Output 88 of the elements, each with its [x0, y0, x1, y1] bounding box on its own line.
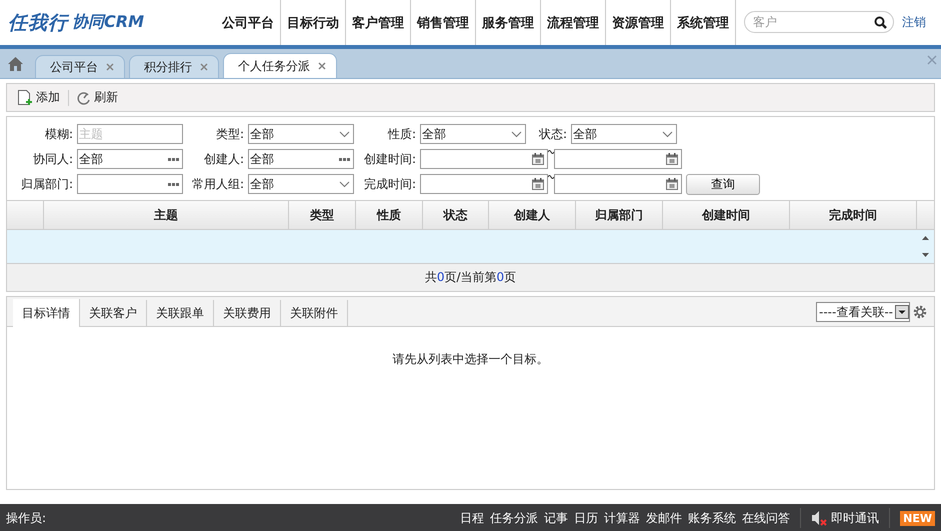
tab[interactable]: 公司平台: [35, 55, 125, 78]
nav-item[interactable]: 流程管理: [541, 0, 606, 45]
field-label: 状态:: [538, 126, 568, 142]
picker-field[interactable]: 全部: [248, 149, 354, 169]
tab[interactable]: 关联跟单: [147, 300, 214, 326]
page-info: 共0页/当前第0页: [424, 269, 516, 286]
date-field[interactable]: [420, 174, 548, 194]
column-header[interactable]: 完成时间: [790, 201, 917, 229]
field-label: 模糊:: [44, 126, 74, 142]
field-label: 完成时间:: [362, 176, 417, 192]
field-label: 常用人组:: [190, 176, 245, 192]
date-field[interactable]: [554, 149, 682, 169]
close-icon[interactable]: [318, 62, 326, 70]
tab[interactable]: 关联客户: [80, 300, 147, 326]
nav-item[interactable]: 目标行动: [281, 0, 346, 45]
column-header[interactable]: 状态: [423, 201, 489, 229]
more-icon[interactable]: [339, 158, 350, 160]
settings-icon[interactable]: [912, 304, 928, 320]
field-label: 类型:: [214, 126, 245, 142]
nav-item[interactable]: 公司平台: [218, 0, 281, 45]
empty-message: 请先从列表中选择一个目标。: [392, 352, 548, 366]
add-button[interactable]: 添加: [15, 89, 62, 106]
close-icon[interactable]: [200, 63, 208, 71]
tab[interactable]: 积分排行: [129, 55, 219, 78]
new-document-icon: [17, 90, 33, 106]
footer-link[interactable]: 记事: [544, 510, 568, 526]
dropdown[interactable]: 全部: [420, 124, 526, 144]
tab[interactable]: 个人任务分派: [223, 53, 337, 78]
calendar-icon[interactable]: [532, 153, 544, 165]
logout-link[interactable]: 注销: [902, 14, 926, 45]
scroll-down-icon[interactable]: [922, 252, 929, 257]
close-icon[interactable]: [106, 63, 114, 71]
picker-field[interactable]: [77, 174, 183, 194]
tab[interactable]: 目标详情: [13, 299, 80, 327]
range-tilde-icon: [548, 173, 554, 179]
related-dropdown[interactable]: ----查看关联--: [816, 302, 910, 322]
tab[interactable]: 关联附件: [281, 300, 348, 326]
dropdown-caret-icon[interactable]: [895, 305, 909, 319]
home-icon[interactable]: [8, 57, 23, 71]
field-label: 归属部门:: [20, 176, 74, 192]
calendar-icon[interactable]: [666, 178, 678, 190]
field-label: 创建人:: [202, 150, 245, 168]
column-header[interactable]: 性质: [356, 201, 423, 229]
more-icon[interactable]: [168, 158, 179, 160]
brand-logo: 任我行: [8, 10, 68, 36]
search-field[interactable]: 客户: [744, 11, 894, 33]
operator-label: 操作员:: [6, 510, 46, 526]
date-field[interactable]: [420, 149, 548, 169]
column-header[interactable]: 创建时间: [663, 201, 790, 229]
column-header[interactable]: 创建人: [489, 201, 576, 229]
nav-item[interactable]: 资源管理: [606, 0, 671, 45]
column-header[interactable]: 主题: [44, 201, 289, 229]
chat-button[interactable]: 即时通讯: [811, 510, 880, 526]
column-header[interactable]: 归属部门: [576, 201, 663, 229]
calendar-icon[interactable]: [666, 153, 678, 165]
footer-link[interactable]: 任务分派: [490, 510, 538, 526]
scroll-up-icon[interactable]: [922, 236, 929, 240]
range-tilde-icon: [548, 148, 554, 154]
dropdown[interactable]: 全部: [248, 174, 354, 194]
calendar-icon[interactable]: [532, 178, 544, 190]
search-field[interactable]: 主题: [77, 124, 183, 144]
tab[interactable]: 关联费用: [214, 300, 281, 326]
footer-link[interactable]: 日程: [460, 510, 484, 526]
date-field[interactable]: [554, 174, 682, 194]
dropdown[interactable]: 全部: [571, 124, 677, 144]
footer-link[interactable]: 账务系统: [688, 510, 736, 526]
more-icon[interactable]: [168, 182, 179, 186]
nav-item[interactable]: 系统管理: [671, 0, 736, 45]
query-button[interactable]: 查询: [686, 174, 760, 194]
footer-link[interactable]: 发邮件: [646, 510, 682, 526]
field-label: 性质:: [386, 126, 417, 142]
speaker-icon: [811, 510, 828, 526]
product-name: 协同CRM: [72, 12, 144, 33]
nav-item[interactable]: 服务管理: [476, 0, 541, 45]
field-label: 创建时间:: [362, 150, 417, 168]
picker-field[interactable]: 全部: [77, 149, 183, 169]
column-header[interactable]: 类型: [289, 201, 356, 229]
footer-link[interactable]: 日历: [574, 510, 598, 526]
dropdown[interactable]: 全部: [248, 124, 354, 144]
footer-link[interactable]: 在线问答: [742, 510, 790, 526]
nav-item[interactable]: 客户管理: [346, 0, 411, 45]
nav-item[interactable]: 销售管理: [411, 0, 476, 45]
footer-link[interactable]: 计算器: [604, 510, 640, 526]
search-icon[interactable]: [874, 16, 887, 29]
refresh-icon: [77, 90, 91, 104]
field-label: 协同人:: [32, 150, 74, 168]
refresh-button[interactable]: 刷新: [75, 89, 120, 106]
new-badge: NEW: [900, 510, 935, 526]
